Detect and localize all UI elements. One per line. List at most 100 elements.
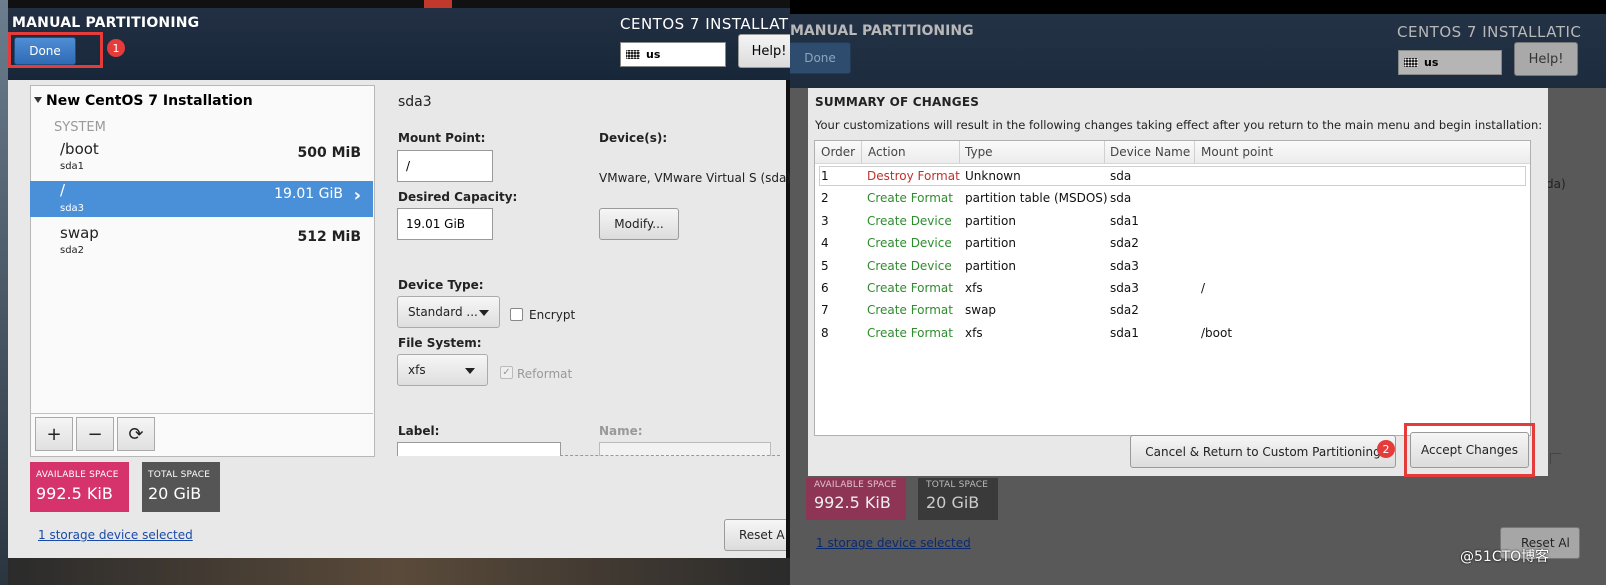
devices-value-behind: da)	[1546, 177, 1566, 191]
cell-device: sda	[1110, 191, 1132, 206]
column-header-order[interactable]: Order	[821, 145, 855, 159]
column-header-device-name[interactable]: Device Name	[1110, 145, 1190, 159]
page-title: MANUAL PARTITIONING	[12, 15, 200, 31]
scroll-divider	[560, 455, 780, 456]
done-button[interactable]: Done	[14, 37, 76, 65]
cancel-return-button[interactable]: Cancel & Return to Custom Partitioning	[1130, 435, 1396, 468]
done-button-shadow	[76, 37, 97, 63]
accept-changes-button[interactable]: Accept Changes	[1410, 432, 1529, 468]
cell-order: 4	[821, 236, 829, 251]
cell-type: partition table (MSDOS)	[965, 191, 1108, 206]
done-button[interactable]: Done	[790, 42, 851, 74]
column-separator	[861, 141, 862, 163]
install-group-label: New CentOS 7 Installation	[46, 93, 253, 109]
device-name: sda2	[60, 245, 85, 256]
keyboard-layout-indicator[interactable]: us	[620, 42, 726, 67]
table-row[interactable]: 2 Create Format partition table (MSDOS) sda	[815, 188, 1530, 208]
cell-device: sda3	[1110, 281, 1139, 295]
column-header-mount-point[interactable]: Mount point	[1201, 145, 1273, 159]
keyboard-layout-label: us	[1424, 56, 1439, 69]
file-system-label: File System:	[398, 336, 482, 350]
table-header: Order Action Type Device Name Mount poin…	[815, 141, 1530, 164]
mount-point-label: Mount Point:	[398, 131, 486, 145]
keyboard-layout-indicator[interactable]: us	[1398, 50, 1502, 75]
cell-order: 5	[821, 258, 829, 273]
dialog-description: Your customizations will result in the f…	[815, 118, 1543, 132]
name-input[interactable]	[599, 442, 771, 456]
step-badge-2: 2	[1377, 440, 1395, 458]
reset-all-button[interactable]: Reset A	[724, 519, 786, 551]
table-row[interactable]: 3 Create Device partition sda1	[815, 211, 1530, 231]
cell-mount: /	[1201, 281, 1206, 295]
cell-order: 7	[821, 303, 829, 318]
cell-order: 6	[821, 281, 829, 295]
storage-device-link[interactable]: 1 storage device selected	[38, 528, 193, 542]
cell-action: Create Format	[867, 191, 953, 206]
available-space-box: AVAILABLE SPACE 992.5 KiB	[30, 462, 129, 512]
desktop-strip	[0, 0, 8, 585]
help-button[interactable]: Help!	[1514, 42, 1578, 76]
add-partition-button[interactable]: +	[35, 417, 73, 451]
keyboard-icon	[1404, 58, 1418, 67]
table-row[interactable]: 5 Create Device partition sda3	[815, 256, 1530, 276]
label-label: Label:	[398, 424, 440, 438]
cell-type: partition	[965, 258, 1016, 273]
file-system-select[interactable]: xfs	[397, 354, 488, 386]
cell-order: 2	[821, 191, 829, 206]
partition-row-boot[interactable]: /boot sda1 500 MiB	[30, 140, 373, 180]
changes-table: Order Action Type Device Name Mount poin…	[814, 140, 1531, 436]
cell-order: 1	[821, 169, 829, 183]
partition-row-swap[interactable]: swap sda2 512 MiB	[30, 224, 373, 260]
cell-type: partition	[965, 236, 1016, 251]
device-type-value: Standard ...	[408, 305, 478, 319]
cell-type: Unknown	[965, 169, 1021, 183]
available-space-value: 992.5 KiB	[36, 484, 113, 503]
desired-capacity-input[interactable]: 19.01 GiB	[397, 208, 493, 240]
expand-arrow-icon[interactable]	[34, 97, 42, 103]
total-space-value: 20 GiB	[148, 484, 202, 503]
left-screenshot: MANUAL PARTITIONING CENTOS 7 INSTALLATIC…	[0, 0, 806, 585]
partition-size: 512 MiB	[297, 229, 362, 245]
device-type-label: Device Type:	[398, 278, 484, 292]
mount-point: /	[60, 181, 66, 199]
partition-size: 19.01 GiB	[274, 186, 343, 202]
mount-point: /boot	[60, 140, 99, 158]
cell-action: Create Device	[867, 236, 952, 251]
refresh-icon[interactable]: ⟳	[117, 417, 155, 451]
table-row[interactable]: 1 Destroy Format Unknown sda	[819, 166, 1526, 186]
chevron-down-icon	[479, 310, 489, 316]
table-row[interactable]: 8 Create Format xfs sda1/boot	[815, 323, 1530, 343]
table-row[interactable]: 6 Create Format xfs sda3 /	[815, 278, 1530, 298]
encrypt-label: Encrypt	[529, 308, 576, 322]
column-header-action[interactable]: Action	[868, 145, 906, 159]
right-screenshot: MANUAL PARTITIONING CENTOS 7 INSTALLATIC…	[790, 0, 1606, 585]
cell-device: sda1	[1110, 213, 1139, 228]
available-space-value: 992.5 KiB	[814, 493, 891, 512]
cell-device: sda1	[1110, 325, 1139, 340]
cell-type: xfs	[965, 325, 983, 340]
storage-device-link[interactable]: 1 storage device selected	[816, 536, 971, 550]
page-title: MANUAL PARTITIONING	[790, 23, 974, 39]
modify-button[interactable]: Modify...	[599, 208, 679, 240]
encrypt-checkbox[interactable]	[510, 308, 523, 321]
column-header-type[interactable]: Type	[965, 145, 993, 159]
available-space-label: AVAILABLE SPACE	[36, 470, 119, 480]
chevron-right-icon: ›	[353, 185, 361, 206]
remove-partition-button[interactable]: −	[76, 417, 114, 451]
reformat-checkbox[interactable]: ✓	[500, 366, 513, 379]
partition-row-root[interactable]: / sda3 19.01 GiB ›	[30, 181, 373, 217]
top-black-strip	[790, 0, 1606, 14]
cell-device: sda3	[1110, 258, 1139, 273]
cell-type: swap	[965, 303, 997, 318]
name-label: Name:	[599, 424, 643, 438]
partition-size: 500 MiB	[297, 145, 362, 161]
mount-point-input[interactable]: /	[397, 150, 493, 182]
label-input[interactable]	[397, 442, 561, 456]
cell-type: partition	[965, 213, 1016, 228]
table-row[interactable]: 4 Create Device partition sda2	[815, 233, 1530, 253]
table-row[interactable]: 7 Create Format swap sda2	[815, 300, 1530, 320]
cell-order: 3	[821, 213, 829, 228]
watermark: @51CTO博客	[1460, 549, 1550, 565]
device-type-select[interactable]: Standard ...	[397, 296, 500, 328]
step-badge-1: 1	[107, 39, 125, 57]
